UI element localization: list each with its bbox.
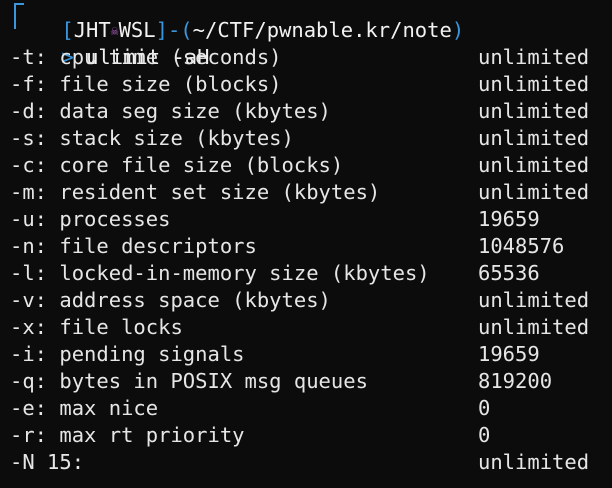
limit-value: 0 (478, 423, 491, 447)
output-row: -u: processes 19659 (0, 206, 612, 233)
limit-value: 19659 (478, 342, 540, 366)
prompt-line: [JHT☠WSL]-(~/CTF/pwnable.kr/note) (0, 0, 612, 42)
output-row: -d: data seg size (kbytes) unlimited (0, 98, 612, 125)
limit-label: -u: processes (10, 207, 171, 231)
limit-label: -N 15: (10, 450, 85, 474)
limit-label: -l: locked-in-memory size (kbytes) (10, 261, 430, 285)
limit-label: -s: stack size (kbytes) (10, 126, 294, 150)
limit-label: -r: max rt priority (10, 423, 245, 447)
output-row: -e: max nice 0 (0, 395, 612, 422)
limit-value: unlimited (478, 153, 590, 177)
limit-value: 0 (478, 396, 491, 420)
output-row: -t: cpu time (seconds) unlimited (0, 44, 612, 71)
limit-value: unlimited (478, 45, 590, 69)
terminal-window[interactable]: [JHT☠WSL]-(~/CTF/pwnable.kr/note) > ulim… (0, 0, 612, 476)
limit-value: unlimited (478, 315, 590, 339)
limit-label: -v: address space (kbytes) (10, 288, 331, 312)
limit-value: unlimited (478, 288, 590, 312)
limit-value: 819200 (478, 369, 553, 393)
limit-value: unlimited (478, 99, 590, 123)
output-row: -v: address space (kbytes) unlimited (0, 287, 612, 314)
limit-label: -e: max nice (10, 396, 159, 420)
limit-value: unlimited (478, 180, 590, 204)
output-row: -s: stack size (kbytes) unlimited (0, 125, 612, 152)
limit-label: -t: cpu time (seconds) (10, 45, 282, 69)
output-row: -N 15: unlimited (0, 449, 612, 476)
output-row: -r: max rt priority 0 (0, 422, 612, 449)
limit-value: 1048576 (478, 234, 565, 258)
limit-label: -c: core file size (blocks) (10, 153, 344, 177)
output-row: -c: core file size (blocks) unlimited (0, 152, 612, 179)
limit-label: -m: resident set size (kbytes) (10, 180, 381, 204)
limit-label: -f: file size (blocks) (10, 72, 282, 96)
output-row: -i: pending signals 19659 (0, 341, 612, 368)
output-row: -m: resident set size (kbytes) unlimited (0, 179, 612, 206)
output-row: -x: file locks unlimited (0, 314, 612, 341)
limit-value: unlimited (478, 126, 590, 150)
limit-label: -i: pending signals (10, 342, 245, 366)
ulimit-output: -t: cpu time (seconds) unlimited -f: file … (0, 44, 612, 476)
command-line[interactable]: > ulimit -aH (0, 17, 612, 69)
limit-value: 65536 (478, 261, 540, 285)
output-row: -q: bytes in POSIX msg queues 819200 (0, 368, 612, 395)
limit-label: -n: file descriptors (10, 234, 257, 258)
output-row: -f: file size (blocks) unlimited (0, 71, 612, 98)
output-row: -n: file descriptors 1048576 (0, 233, 612, 260)
limit-value: unlimited (478, 450, 590, 474)
prompt-corner-bottom (14, 17, 16, 29)
limit-label: -q: bytes in POSIX msg queues (10, 369, 368, 393)
limit-label: -d: data seg size (kbytes) (10, 99, 331, 123)
output-row: -l: locked-in-memory size (kbytes) 65536 (0, 260, 612, 287)
limit-value: unlimited (478, 72, 590, 96)
limit-label: -x: file locks (10, 315, 183, 339)
limit-value: 19659 (478, 207, 540, 231)
